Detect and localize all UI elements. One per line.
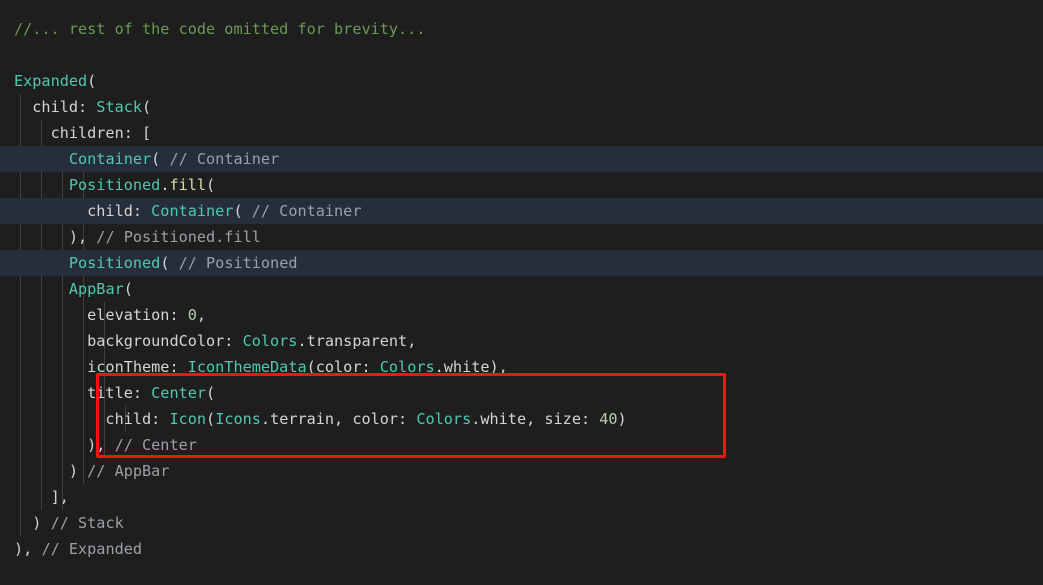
code-token: // Positioned.fill	[96, 228, 261, 246]
code-token: (	[87, 72, 97, 90]
code-line[interactable]: child: Stack(	[0, 94, 1043, 120]
code-token: // AppBar	[87, 462, 170, 480]
code-token: .white, size:	[471, 410, 600, 428]
code-token: ),	[14, 540, 42, 558]
code-line[interactable]: ), // Center	[0, 432, 1043, 458]
code-token: child:	[14, 202, 152, 220]
code-line[interactable]: Positioned( // Positioned	[0, 250, 1043, 276]
code-line[interactable]: ), // Expanded	[0, 536, 1043, 562]
code-token: .white),	[434, 358, 508, 376]
code-token: Colors	[379, 358, 435, 376]
code-token: (color:	[306, 358, 380, 376]
code-token: (	[206, 384, 216, 402]
code-token: Icons	[215, 410, 261, 428]
code-token: (	[160, 254, 179, 272]
code-token: .terrain, color:	[260, 410, 417, 428]
code-token: IconThemeData	[187, 358, 307, 376]
code-line[interactable]: children: [	[0, 120, 1043, 146]
code-token: Icon	[169, 410, 207, 428]
code-token: Colors	[416, 410, 472, 428]
code-token: )	[14, 462, 88, 480]
code-token: Container	[151, 202, 234, 220]
code-token: ],	[14, 488, 69, 506]
code-line[interactable]: title: Center(	[0, 380, 1043, 406]
code-line[interactable]: AppBar(	[0, 276, 1043, 302]
code-token: Center	[151, 384, 207, 402]
code-content[interactable]: //... rest of the code omitted for brevi…	[0, 16, 1043, 562]
code-token: ),	[14, 436, 115, 454]
code-token: elevation:	[14, 306, 188, 324]
code-token: child:	[14, 98, 97, 116]
code-line[interactable]: backgroundColor: Colors.transparent,	[0, 328, 1043, 354]
code-token: (	[151, 150, 170, 168]
code-token: // Expanded	[41, 540, 143, 558]
code-token: .transparent,	[297, 332, 417, 350]
code-line[interactable]: ), // Positioned.fill	[0, 224, 1043, 250]
code-token: Container	[68, 150, 152, 168]
code-line[interactable]: Container( // Container	[0, 146, 1043, 172]
code-line[interactable]: ) // AppBar	[0, 458, 1043, 484]
code-line[interactable]: Positioned.fill(	[0, 172, 1043, 198]
code-line[interactable]: Expanded(	[0, 68, 1043, 94]
code-token: ),	[14, 228, 97, 246]
code-line[interactable]: child: Icon(Icons.terrain, color: Colors…	[0, 406, 1043, 432]
code-token: title:	[14, 384, 152, 402]
code-token: ,	[196, 306, 207, 324]
code-token: 0	[187, 306, 197, 324]
code-token: iconTheme:	[14, 358, 188, 376]
code-token: child:	[14, 410, 170, 428]
code-token: )	[617, 410, 627, 428]
code-line[interactable]: //... rest of the code omitted for brevi…	[0, 16, 1043, 42]
code-token: (	[123, 280, 133, 298]
code-token: (	[206, 410, 216, 428]
code-token: (	[233, 202, 252, 220]
code-token: backgroundColor:	[14, 332, 243, 350]
code-token: // Container	[169, 150, 280, 168]
code-line[interactable]: child: Container( // Container	[0, 198, 1043, 224]
code-line[interactable]: iconTheme: IconThemeData(color: Colors.w…	[0, 354, 1043, 380]
code-token: Stack	[96, 98, 143, 116]
code-token: //... rest of the code omitted for brevi…	[14, 20, 426, 38]
code-token: 40	[599, 410, 618, 428]
code-token: Positioned	[68, 254, 161, 272]
code-token: AppBar	[68, 280, 124, 298]
code-token: children: [	[14, 124, 152, 142]
code-token: // Stack	[50, 514, 124, 532]
code-token: // Center	[114, 436, 197, 454]
code-token: // Container	[251, 202, 362, 220]
code-editor-pane: //... rest of the code omitted for brevi…	[0, 0, 1043, 585]
code-token: // Positioned	[178, 254, 298, 272]
code-lines: //... rest of the code omitted for brevi…	[0, 16, 1043, 562]
code-token: Positioned	[68, 176, 161, 194]
code-token: (	[142, 98, 152, 116]
code-token: )	[14, 514, 51, 532]
code-line[interactable]: elevation: 0,	[0, 302, 1043, 328]
code-token: fill	[169, 176, 207, 194]
code-line[interactable]	[0, 42, 1043, 68]
code-token: Colors	[242, 332, 298, 350]
code-line[interactable]: ],	[0, 484, 1043, 510]
code-token: Expanded	[14, 72, 88, 90]
code-token: (	[206, 176, 216, 194]
code-line[interactable]: ) // Stack	[0, 510, 1043, 536]
